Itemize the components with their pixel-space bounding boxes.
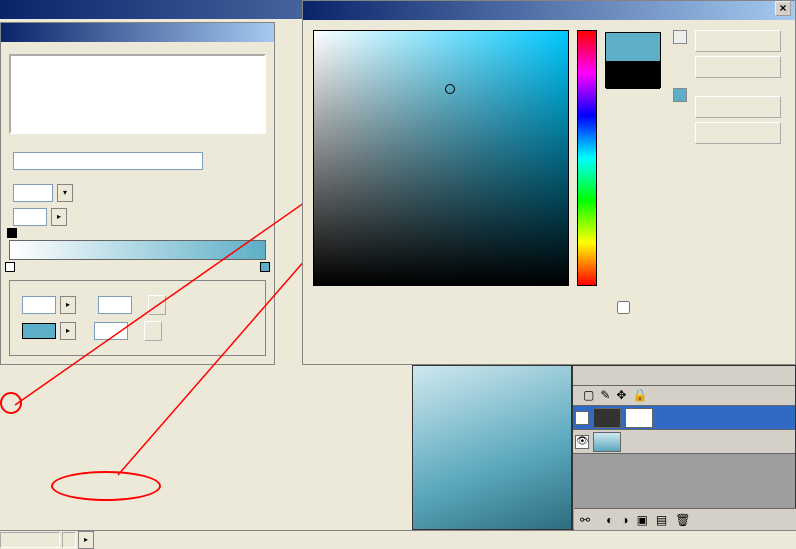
new-layer-icon[interactable]: ▤ — [656, 513, 667, 527]
doc-size — [62, 532, 76, 548]
layer-thumb — [593, 432, 621, 452]
smoothness-flyout[interactable]: ▸ — [51, 208, 67, 226]
gradient-preview-bar[interactable] — [9, 240, 266, 260]
zoom-field[interactable] — [0, 532, 60, 548]
saturation-value-field[interactable] — [313, 30, 569, 286]
image-preview — [413, 366, 571, 529]
document-canvas[interactable] — [412, 365, 572, 530]
gradient-editor-title — [1, 23, 274, 42]
color-libraries-button[interactable] — [695, 122, 781, 144]
docsize-flyout[interactable]: ▸ — [78, 531, 94, 549]
name-field[interactable] — [13, 152, 203, 170]
visibility-icon[interactable]: 👁 — [575, 435, 589, 449]
opacity-field — [22, 296, 56, 314]
position2-field[interactable] — [94, 322, 128, 340]
adjustment-icon[interactable]: ◑ — [621, 513, 628, 527]
lock-transparent-icon[interactable]: ▢ — [583, 388, 594, 403]
presets-grid[interactable] — [9, 54, 266, 134]
new-current-swatch[interactable] — [605, 32, 661, 88]
stop-color-flyout[interactable]: ▸ — [60, 322, 76, 340]
new-color — [606, 33, 660, 61]
visibility-icon[interactable]: 👁 — [575, 411, 589, 425]
stop-color-swatch[interactable] — [22, 323, 56, 339]
mask-thumb — [625, 408, 653, 428]
gradient-type-select[interactable] — [13, 184, 53, 202]
color-stops-group: ▸ ▸ — [9, 280, 266, 356]
lock-all-icon[interactable]: 🔒 — [632, 388, 647, 403]
lock-position-icon[interactable]: ✥ — [616, 388, 626, 403]
sv-cursor[interactable] — [445, 84, 455, 94]
gradient-editor-panel: ▾ ▸ ▸ — [0, 22, 275, 365]
mask-icon[interactable]: ◐ — [606, 513, 613, 527]
cancel-button[interactable] — [695, 56, 781, 78]
current-color — [606, 61, 660, 89]
layer-row-background[interactable]: 👁 — [573, 430, 795, 454]
color-stop-left[interactable] — [5, 262, 15, 272]
gradient-type-dropdown[interactable]: ▾ — [57, 184, 73, 202]
ok-button[interactable] — [695, 30, 781, 52]
status-bar: ▸ — [0, 530, 796, 548]
position-field — [98, 296, 132, 314]
close-icon[interactable]: × — [775, 1, 791, 16]
layers-panel: ▢ ✎ ✥ 🔒 👁 👁 ⚯ ◐ ◑ ▣ ▤ 🗑 — [572, 365, 796, 530]
opacity-stop-left[interactable] — [7, 228, 17, 238]
add-to-swatches-button[interactable] — [695, 96, 781, 118]
link-layers-icon[interactable]: ⚯ — [580, 513, 590, 527]
delete-color-stop-button[interactable] — [144, 321, 162, 341]
annotation-ellipse — [51, 471, 161, 501]
trash-icon[interactable]: 🗑 — [675, 513, 690, 527]
web-only-checkbox[interactable] — [617, 303, 630, 317]
adjustment-thumb — [593, 408, 621, 428]
lower-workspace: ▢ ✎ ✥ 🔒 👁 👁 ⚯ ◐ ◑ ▣ ▤ 🗑 — [412, 365, 796, 530]
websafe-swatch-icon[interactable] — [673, 88, 687, 102]
annotation-circle — [0, 392, 22, 414]
gamut-warning-icon[interactable] — [673, 30, 687, 44]
color-stop-right[interactable] — [260, 262, 270, 272]
smoothness-field[interactable] — [13, 208, 47, 226]
color-picker-dialog: × ◂ ▸ — [302, 0, 796, 365]
delete-opacity-stop-button — [148, 295, 166, 315]
folder-icon[interactable]: ▣ — [637, 513, 648, 527]
hue-slider[interactable] — [577, 30, 597, 286]
opacity-flyout: ▸ — [60, 296, 76, 314]
layer-row-gradient-map[interactable]: 👁 — [573, 406, 795, 430]
lock-pixels-icon[interactable]: ✎ — [600, 388, 610, 403]
